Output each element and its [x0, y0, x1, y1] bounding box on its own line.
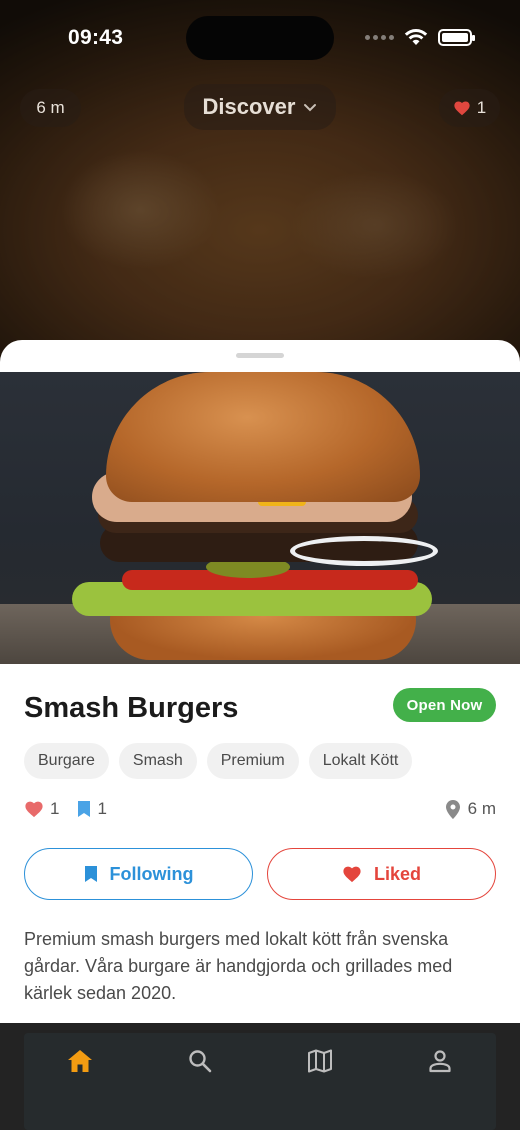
tag-chip[interactable]: Premium: [206, 743, 299, 779]
following-button[interactable]: Following: [24, 848, 253, 900]
bottom-nav: [0, 1023, 520, 1130]
likes-stat-count: 1: [50, 799, 60, 818]
discover-label: Discover: [202, 94, 296, 119]
discover-dropdown[interactable]: Discover: [184, 84, 336, 130]
likes-stat: 1: [24, 799, 59, 819]
status-time: 09:43: [68, 26, 124, 49]
dynamic-island: [186, 16, 334, 60]
profile-icon: [429, 1050, 451, 1073]
bookmarks-stat-count: 1: [97, 799, 107, 818]
tag-chip[interactable]: Burgare: [24, 743, 109, 779]
nav-map[interactable]: [300, 1041, 340, 1081]
liked-button-label: Liked: [373, 863, 421, 884]
bookmarks-stat: 1: [77, 799, 107, 819]
place-stats: 1 1: [24, 799, 107, 819]
battery-icon: [438, 28, 475, 46]
likes-count: 1: [476, 98, 487, 117]
distance-pill[interactable]: 6 m: [20, 89, 81, 127]
heart-icon: [25, 801, 43, 818]
search-icon: [189, 1050, 212, 1073]
nav-search[interactable]: [180, 1041, 220, 1081]
wifi-icon: [404, 29, 428, 45]
bookmark-icon: [84, 866, 97, 882]
liked-button[interactable]: Liked: [267, 848, 496, 900]
signal-icon: [365, 34, 394, 40]
distance-pill-label: 6 m: [36, 98, 65, 117]
place-description: Premium smash burgers med lokalt kött fr…: [24, 929, 453, 1003]
map-icon: [308, 1049, 332, 1073]
place-detail-sheet: Smash Burgers Open Now Burgare Smash Pre…: [0, 340, 520, 1040]
bookmark-icon: [78, 801, 91, 817]
place-title: Smash Burgers: [24, 692, 239, 724]
sheet-drag-handle[interactable]: [236, 353, 284, 358]
nav-home[interactable]: [60, 1041, 100, 1081]
location-pin-icon: [445, 799, 460, 819]
tag-list: Burgare Smash Premium Lokalt Kött: [24, 743, 413, 779]
distance-stat: 6 m: [445, 799, 496, 819]
nav-profile[interactable]: [420, 1041, 460, 1081]
tag-chip[interactable]: Smash: [118, 743, 197, 779]
chevron-down-icon: [304, 104, 317, 112]
likes-pill[interactable]: 1: [439, 89, 500, 127]
heart-icon: [343, 866, 361, 883]
distance-stat-value: 6 m: [467, 799, 496, 818]
home-icon: [68, 1050, 92, 1072]
status-icons: [365, 28, 475, 46]
place-image: [0, 372, 520, 664]
open-status-badge: Open Now: [393, 688, 496, 722]
heart-icon: [454, 101, 470, 116]
following-button-label: Following: [109, 863, 194, 884]
tag-chip[interactable]: Lokalt Kött: [308, 743, 413, 779]
